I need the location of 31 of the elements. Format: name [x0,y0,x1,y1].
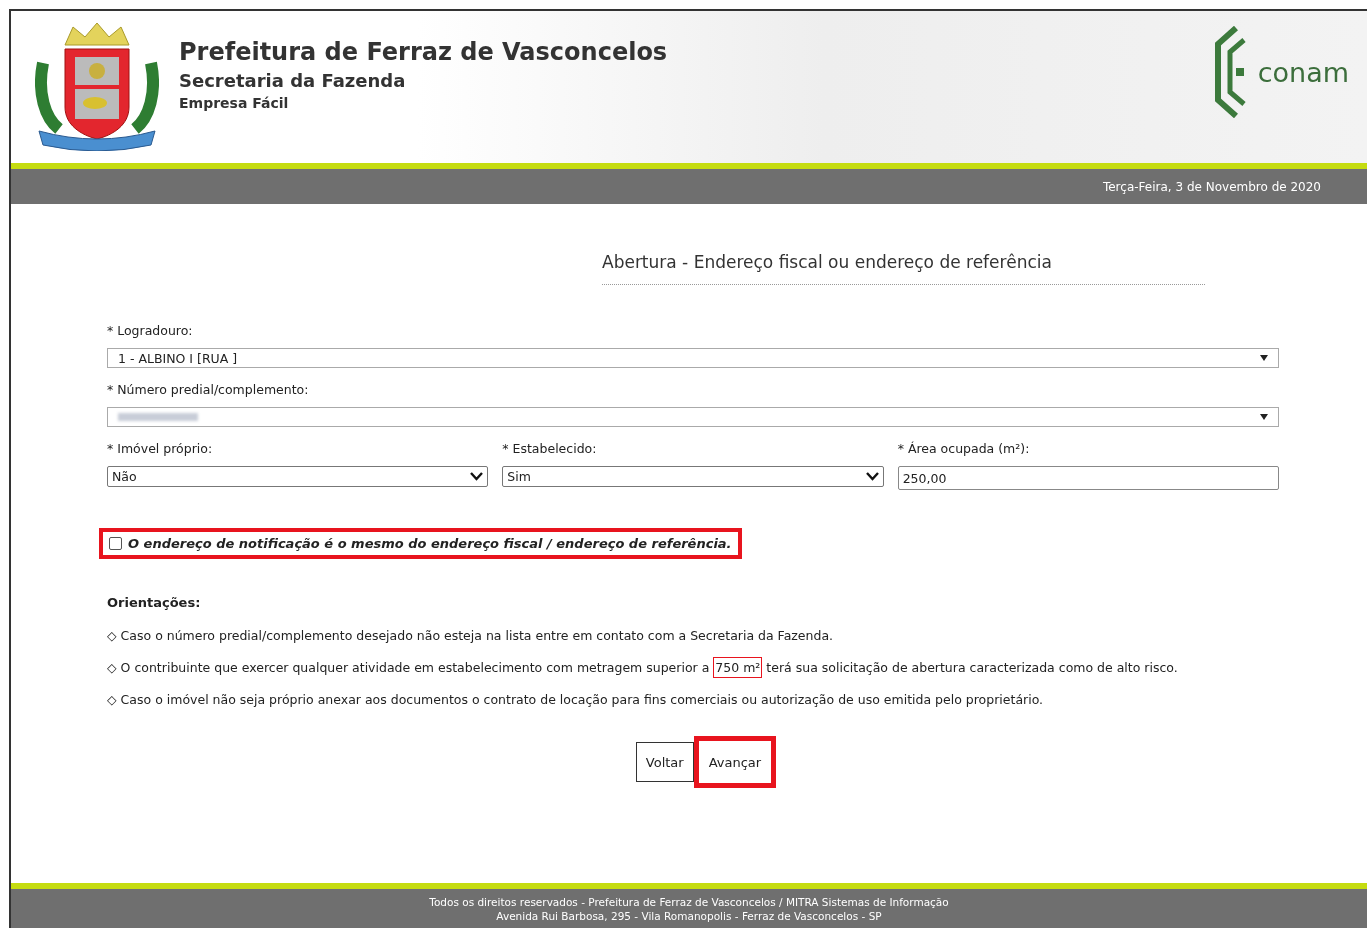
current-date: Terça-Feira, 3 de Novembro de 2020 [1102,179,1321,194]
guidance-item: ◇ Caso o número predial/complemento desejado não esteja na lista entre em contato com a Secretaria da Fazenda. [107,628,835,643]
checkbox[interactable] [109,537,122,550]
footer-text: Avenida Rui Barbosa, 295 - Vila Romanopolis - Ferraz de Vasconcelos - SP [496,908,882,923]
site-subtitle: Secretaria da Fazenda [179,69,407,91]
combo-field[interactable] [107,407,1279,427]
checkbox-label: O endereço de notificação é o mesmo do endereço fiscal / endereço de referência. [128,536,732,551]
guidance-title: Orientações: [107,595,202,610]
chevron-down-icon [470,472,484,481]
field-label: * Imóvel próprio: [107,441,214,456]
combo-value: 1 - ALBINO I [RUA ] [118,350,238,366]
guidance-item: ◇ O contribuinte que exercer qualquer atividade em estabelecimento com metragem superior a 750 m² terá sua solicitação de abertura caracterizada como de alto risco. [107,660,1279,675]
site-title: Prefeitura de Ferraz de Vasconcelos [179,37,668,66]
page-title: Abertura - Endereço fiscal ou endereço de referência [602,252,1205,285]
input-field[interactable]: 250,00 [897,466,1279,490]
field-label: * Número predial/complemento: [107,382,310,397]
select-field[interactable]: Sim [502,466,884,487]
caret-icon [1260,414,1268,420]
field-label: * Área ocupada (m²): [897,441,1031,456]
brand-name: conam [1257,56,1349,88]
footer-text: Todos os direitos reservados - Prefeitura de Ferraz de Vasconcelos / MITRA Sistemas de Informação [429,894,949,909]
guidance-item: ◇ Caso o imóvel não seja próprio anexar aos documentos o contrato de locação para fins comerciais ou autorização de uso emitida pelo proprietário. [107,692,1045,707]
form-button[interactable]: Avançar [693,736,777,788]
caret-icon [1260,355,1268,361]
field-label: * Logradouro: [107,323,194,338]
combo-field[interactable]: 1 - ALBINO I [RUA ] [107,348,1279,368]
section-name: Empresa Fácil [179,94,290,111]
select-field[interactable]: Não [107,466,489,487]
field-label: * Estabelecido: [502,441,598,456]
chevron-down-icon [865,472,879,481]
form-button[interactable]: Voltar [635,742,694,782]
